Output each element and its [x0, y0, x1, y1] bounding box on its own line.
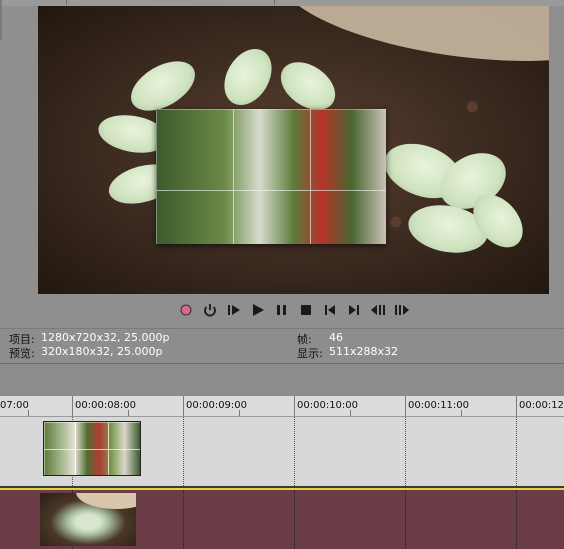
pip-photo-tile [310, 109, 386, 191]
pip-photo-tile [233, 109, 311, 191]
gridline [294, 417, 295, 486]
clip-thumbnail-pane [44, 449, 76, 475]
ruler-minor-tick [28, 410, 29, 416]
ruler-minor-tick [128, 410, 129, 416]
play-from-start-icon [228, 305, 240, 315]
next-frame-button[interactable] [344, 301, 364, 319]
stop-button[interactable] [296, 301, 316, 319]
ruler-time-label: 00:00:10:00 [297, 400, 359, 411]
pip-photo-tile [156, 190, 234, 244]
ruler-minor-tick [461, 410, 462, 416]
loop-icon [204, 304, 216, 317]
gridline [516, 417, 517, 486]
video-preview-panel [0, 0, 564, 328]
display-value: 511x288x32 [329, 345, 399, 358]
clip-thumbnail-pane [108, 422, 140, 450]
project-value: 1280x720x32, 25.000p [41, 331, 170, 344]
next-frame-icon [349, 305, 359, 315]
loop-button[interactable] [200, 301, 220, 319]
preview-value: 320x180x32, 25.000p [41, 345, 163, 358]
ruler-minor-tick [239, 410, 240, 416]
panel-splitter[interactable] [0, 363, 564, 397]
ruler-minor-tick [350, 410, 351, 416]
clip-thumbnail-image [76, 493, 136, 509]
gridline [516, 490, 517, 549]
pip-photo-tile [310, 190, 386, 244]
pause-icon [277, 305, 286, 315]
clip-thumbnail-pane [75, 422, 109, 450]
display-label: 显示: [297, 347, 323, 360]
clip-thumbnail-pane [44, 422, 76, 450]
ruler-time-label: 00:00:12 [519, 400, 564, 411]
ruler-major-tick [72, 396, 73, 416]
stop-icon [301, 305, 311, 315]
gridline [405, 490, 406, 549]
step-back-button[interactable] [368, 301, 388, 319]
gridline [183, 417, 184, 486]
ruler-time-label: 00:00:08:00 [75, 400, 137, 411]
pip-photo-tile [233, 190, 311, 244]
play-icon [253, 304, 264, 316]
preview-strip-tick [66, 0, 67, 5]
play-button[interactable] [248, 301, 268, 319]
ruler-major-tick [405, 396, 406, 416]
timeline-ruler[interactable]: 07:00 00:00:08:00 00:00:09:00 00:00:10:0… [0, 396, 564, 417]
preview-video-frame[interactable] [38, 6, 549, 294]
preview-left-separator [0, 0, 2, 40]
ruler-time-label: 07:00 [0, 400, 29, 411]
play-from-start-button[interactable] [224, 301, 244, 319]
gridline [405, 417, 406, 486]
preview-strip-tick [274, 0, 275, 5]
step-forward-icon [395, 305, 409, 315]
ruler-major-tick [294, 396, 295, 416]
pause-button[interactable] [272, 301, 292, 319]
step-back-icon [371, 305, 385, 315]
ruler-major-tick [516, 396, 517, 416]
record-button[interactable] [176, 301, 196, 319]
transport-controls [176, 300, 412, 320]
previous-frame-icon [325, 305, 335, 315]
flowers-video-clip[interactable] [43, 421, 141, 476]
step-forward-button[interactable] [392, 301, 412, 319]
ruler-major-tick [183, 396, 184, 416]
previous-frame-button[interactable] [320, 301, 340, 319]
clip-thumbnail-pane [75, 449, 109, 475]
clip-thumbnail-pane [108, 449, 140, 475]
ruler-time-label: 00:00:11:00 [408, 400, 470, 411]
gridline [183, 490, 184, 549]
succulent-video-clip[interactable] [40, 493, 136, 546]
gridline [294, 490, 295, 549]
record-icon [180, 304, 192, 316]
ruler-time-label: 00:00:09:00 [186, 400, 248, 411]
pip-photo-tile [156, 109, 234, 191]
succulent-petal-image [214, 40, 282, 114]
frame-value: 46 [329, 331, 343, 344]
picture-in-picture-overlay[interactable] [156, 109, 386, 244]
preview-label: 预览: [9, 347, 35, 360]
preview-info-bar: 项目: 1280x720x32, 25.000p 预览: 320x180x32,… [0, 328, 564, 363]
